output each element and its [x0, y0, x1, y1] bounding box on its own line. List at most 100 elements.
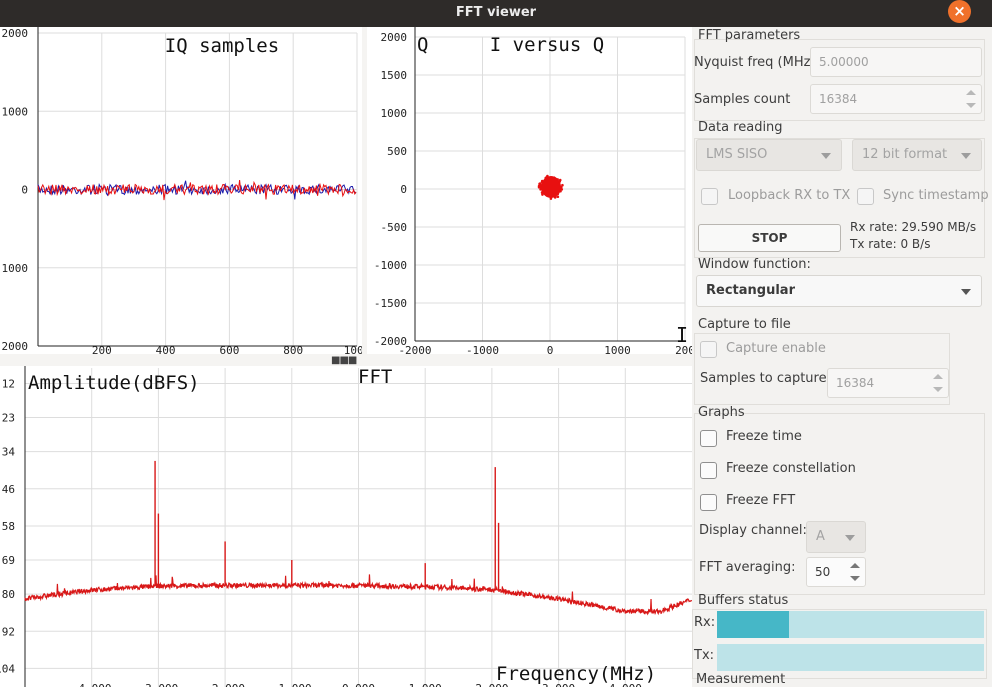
- buffers-status-title: Buffers status: [698, 593, 789, 608]
- y-tick-label: 500: [387, 145, 407, 158]
- window-function-title: Window function:: [698, 257, 811, 272]
- loopback-checkbox[interactable]: [701, 188, 718, 205]
- y-tick-label: -1000: [374, 259, 407, 272]
- fft-x-axis-label: Frequency(MHz): [496, 663, 656, 685]
- constellation-point: [545, 176, 548, 179]
- display-channel-label: Display channel:: [699, 523, 807, 538]
- nyquist-input[interactable]: 5.00000: [810, 47, 982, 77]
- freeze-constellation-checkbox[interactable]: [700, 462, 717, 479]
- x-tick-label: 0.000: [342, 682, 375, 687]
- y-tick-label: 1000: [2, 262, 29, 275]
- chevron-down-icon: [845, 535, 855, 541]
- constellation-point: [553, 177, 557, 180]
- freeze-fft-checkbox[interactable]: [700, 494, 717, 511]
- y-tick-label: 2000: [2, 340, 29, 353]
- chevron-down-icon: [821, 153, 831, 159]
- constellation-point: [545, 194, 549, 197]
- nyquist-label: Nyquist freq (MHz):: [694, 55, 820, 70]
- fft-graph: -12 -23 -34 -46 -58 -69 -80 -92 -104 -4.000 -3.000…: [0, 366, 692, 687]
- chevron-down-icon: [961, 153, 971, 159]
- window-title: FFT viewer: [455, 5, 537, 20]
- stepper-down-icon[interactable]: [933, 387, 943, 392]
- y-tick-label: -92: [0, 625, 15, 638]
- constellation-point: [539, 188, 542, 191]
- y-tick-label: 2000: [2, 27, 29, 40]
- constellation-point: [558, 180, 562, 183]
- x-tick-label: -4.000: [72, 682, 112, 687]
- q-axis-label: Q: [417, 34, 428, 56]
- constellation-point: [556, 178, 559, 181]
- window-function-value: Rectangular: [706, 283, 795, 298]
- sync-timestamp-label: Sync timestamp: [883, 188, 989, 203]
- constellation-point: [549, 197, 553, 200]
- fft-y-axis-label: Amplitude(dBFS): [28, 372, 200, 394]
- splitter-handle[interactable]: ■■■: [331, 356, 357, 366]
- freeze-constellation-label: Freeze constellation: [726, 461, 856, 476]
- close-button[interactable]: ×: [948, 0, 971, 23]
- x-tick-label: -1000: [466, 344, 499, 354]
- constellation-graph: 2000150010005000-500-1000-1500-2000-2000…: [374, 27, 692, 354]
- tx-buffer-label: Tx:: [694, 648, 715, 663]
- constellation-point: [556, 192, 560, 196]
- constellation-point: [560, 185, 563, 189]
- y-tick-label: 0: [21, 184, 28, 197]
- x-tick-label: -3.000: [139, 682, 179, 687]
- samples-to-capture-input[interactable]: 16384: [827, 368, 949, 398]
- stepper-down-icon[interactable]: [850, 576, 860, 581]
- y-tick-label: -500: [381, 221, 408, 234]
- x-tick-label: -2000: [398, 344, 431, 354]
- measurement-title: Measurement: [696, 672, 786, 687]
- y-tick-label: 2000: [381, 31, 408, 44]
- stop-button[interactable]: STOP: [698, 224, 841, 252]
- samples-to-capture-label: Samples to capture:: [700, 371, 831, 386]
- x-tick-label: 1.000: [409, 682, 442, 687]
- control-panel: FFT parameters Nyquist freq (MHz): 5.000…: [692, 27, 992, 687]
- iq-plot-title: IQ samples: [165, 35, 279, 57]
- y-tick-label: 0: [400, 183, 407, 196]
- y-tick-label: -23: [0, 412, 15, 425]
- window-function-select[interactable]: Rectangular: [696, 275, 982, 307]
- text-cursor-icon: I: [676, 323, 688, 347]
- samples-count-stepper[interactable]: [961, 85, 981, 113]
- title-bar: FFT viewer ×: [0, 0, 992, 27]
- format-select-value: 12 bit format: [862, 147, 948, 162]
- y-tick-label: -12: [0, 377, 15, 390]
- constellation-point: [549, 176, 553, 179]
- sync-timestamp-checkbox[interactable]: [857, 188, 874, 205]
- fft-averaging-value: 50: [815, 565, 831, 579]
- y-tick-label: -80: [0, 588, 15, 601]
- samples-to-capture-stepper[interactable]: [928, 369, 948, 397]
- chevron-down-icon: [961, 289, 971, 295]
- tx-rate-text: Tx rate: 0 B/s: [850, 237, 931, 251]
- fft-averaging-stepper[interactable]: [845, 558, 865, 586]
- fft-plot: -12 -23 -34 -46 -58 -69 -80 -92 -104 -4.000 -3.000…: [0, 366, 692, 687]
- graphs-title: Graphs: [698, 405, 745, 420]
- fft-averaging-label: FFT averaging:: [699, 560, 796, 575]
- samples-count-input[interactable]: 16384: [810, 84, 982, 114]
- mode-select[interactable]: LMS SISO: [696, 139, 842, 171]
- capture-title: Capture to file: [698, 317, 791, 332]
- close-icon: ×: [953, 2, 966, 20]
- rx-rate-text: Rx rate: 29.590 MB/s: [850, 220, 977, 234]
- capture-enable-checkbox[interactable]: [700, 341, 717, 358]
- y-tick-label: 1500: [381, 69, 408, 82]
- freeze-time-checkbox[interactable]: [700, 430, 717, 447]
- constellation-plot-title: I versus Q: [490, 34, 604, 56]
- x-tick-label: -2.000: [205, 682, 245, 687]
- constellation-point: [556, 195, 560, 199]
- mode-select-value: LMS SISO: [706, 147, 768, 162]
- stepper-up-icon[interactable]: [966, 90, 976, 95]
- y-tick-label: -58: [0, 520, 15, 533]
- fft-averaging-input[interactable]: 50: [806, 557, 866, 587]
- stepper-down-icon[interactable]: [966, 103, 976, 108]
- stepper-up-icon[interactable]: [850, 563, 860, 568]
- display-channel-value: A: [816, 529, 825, 544]
- y-tick-label: -34: [0, 446, 15, 459]
- rx-buffer-label: Rx:: [694, 615, 716, 630]
- format-select[interactable]: 12 bit format: [852, 139, 982, 171]
- y-tick-label: -46: [0, 483, 15, 496]
- samples-count-value: 16384: [819, 92, 858, 106]
- stepper-up-icon[interactable]: [933, 374, 943, 379]
- display-channel-select[interactable]: A: [806, 521, 866, 553]
- x-tick-label: 0: [547, 344, 554, 354]
